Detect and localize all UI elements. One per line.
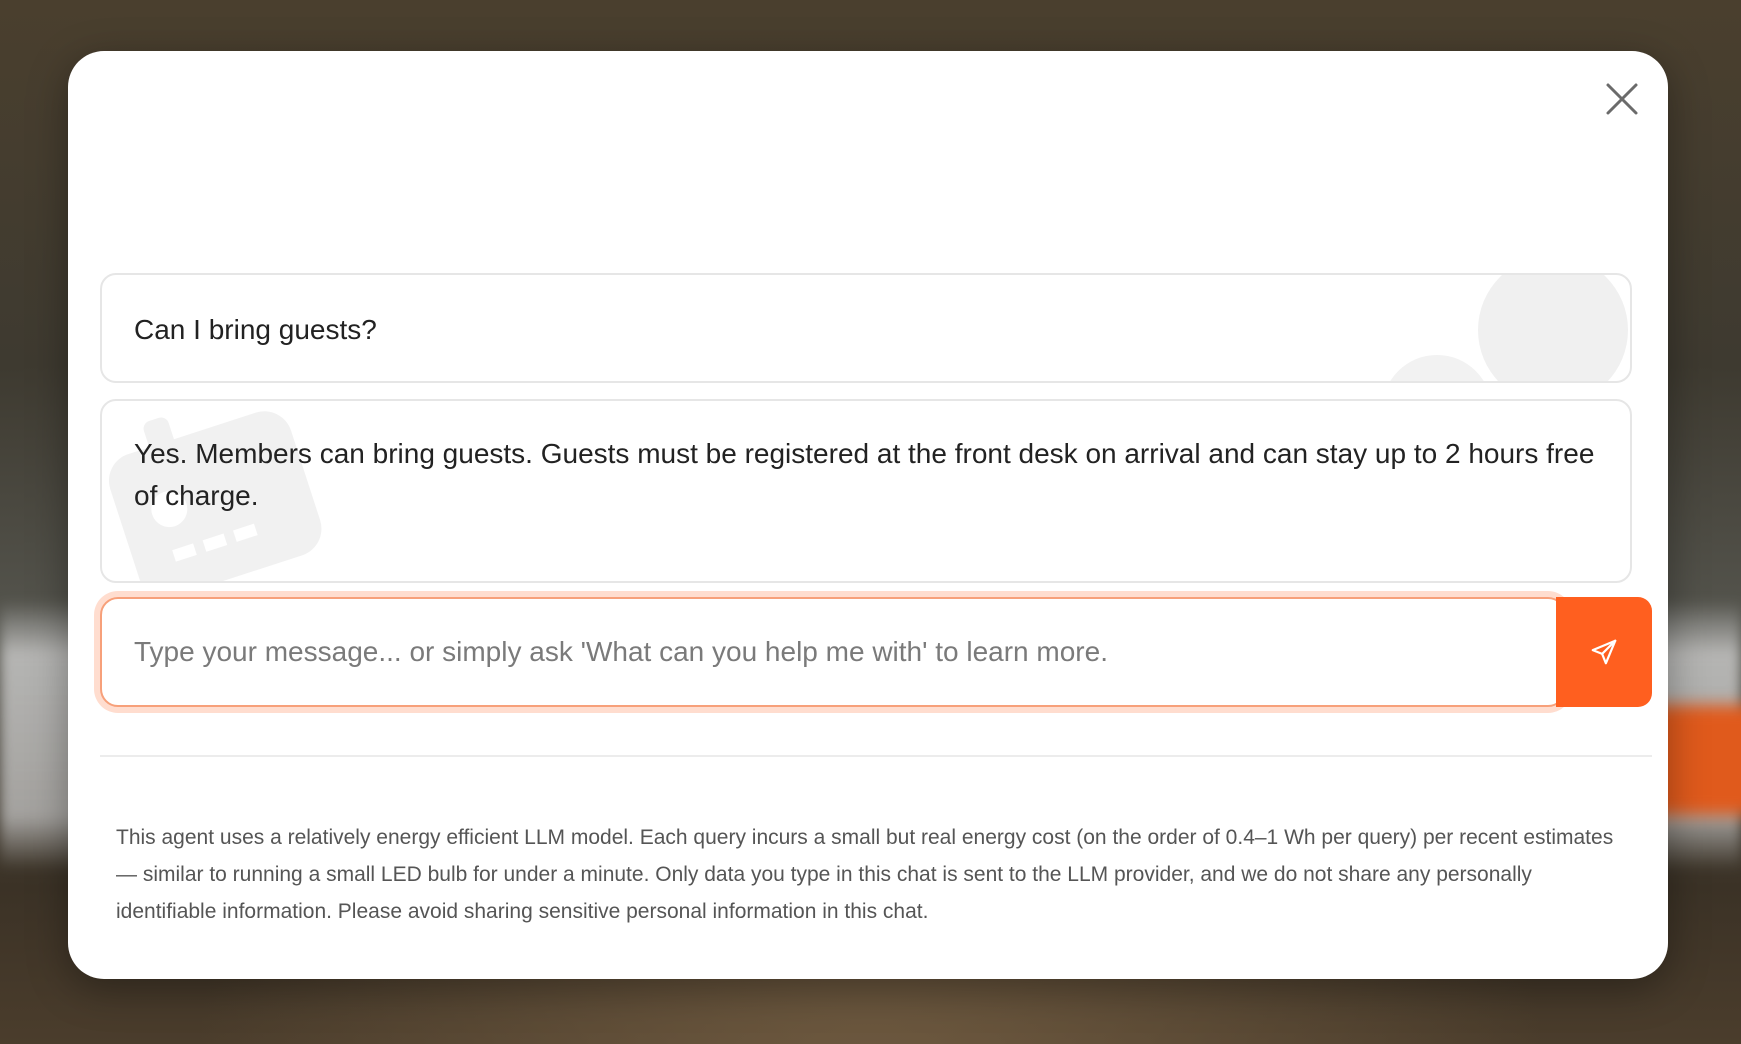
decorative-circle (1382, 355, 1492, 381)
close-button[interactable] (1602, 79, 1642, 119)
user-message-bubble: Can I bring guests? (100, 273, 1632, 383)
send-button[interactable] (1556, 597, 1652, 707)
close-icon (1606, 83, 1638, 115)
assistant-message-bubble: Yes. Members can bring guests. Guests mu… (100, 399, 1632, 583)
user-message-text: Can I bring guests? (134, 314, 377, 345)
chat-modal: Can I bring guests? Yes. Members can bri… (68, 51, 1668, 979)
send-icon (1591, 639, 1617, 665)
message-input-wrapper (100, 597, 1566, 707)
energy-privacy-disclaimer: This agent uses a relatively energy effi… (116, 826, 1614, 923)
chat-history: Can I bring guests? Yes. Members can bri… (100, 223, 1636, 585)
assistant-message-text: Yes. Members can bring guests. Guests mu… (134, 438, 1595, 511)
divider (100, 755, 1652, 757)
message-input[interactable] (102, 599, 1564, 705)
message-composer (100, 597, 1652, 707)
